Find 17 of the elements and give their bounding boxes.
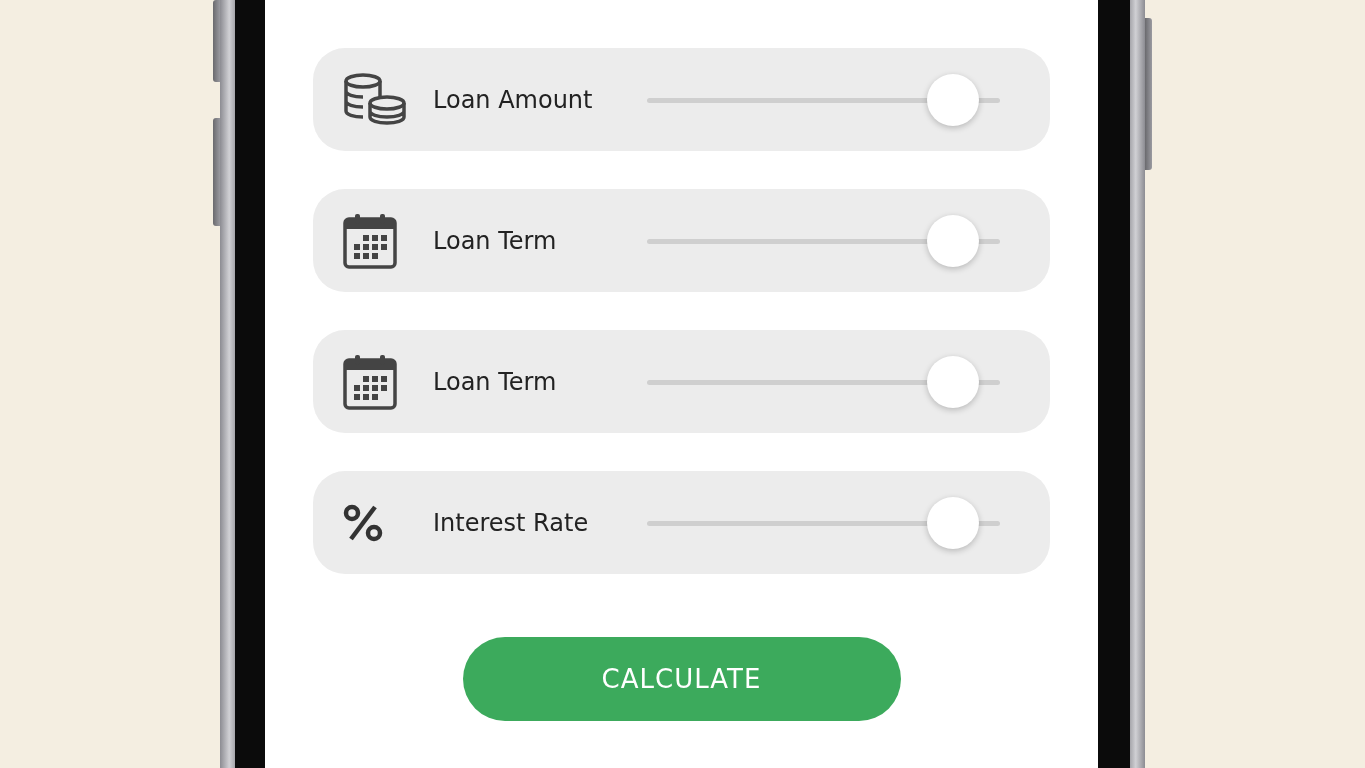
setting-label: Loan Term [433,367,558,396]
slider-thumb[interactable] [926,73,979,126]
calendar-icon [343,353,397,410]
slider-thumb[interactable] [926,355,979,408]
slider-thumb[interactable] [926,496,979,549]
setting-label: Loan Amount [433,85,594,114]
coins-icon [343,72,407,127]
slider[interactable] [647,354,1000,409]
percent-icon [343,503,383,542]
setting-label: Interest Rate [433,508,590,537]
slider-thumb[interactable] [926,214,979,267]
calendar-icon [343,212,397,269]
slider[interactable] [647,495,1000,550]
calculate-button[interactable]: CALCULATE [462,637,901,721]
setting-label: Loan Term [433,226,558,255]
slider[interactable] [647,213,1000,268]
slider[interactable] [647,72,1000,127]
